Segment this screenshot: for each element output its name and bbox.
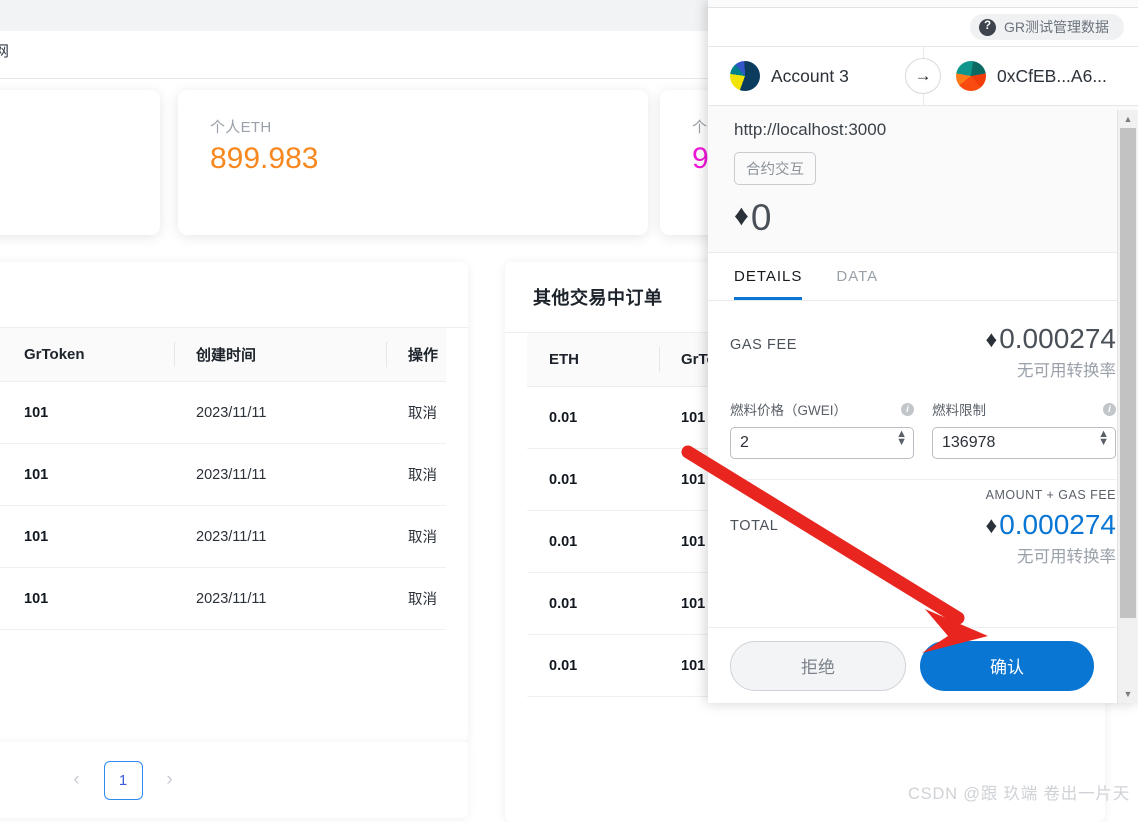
stat-card-personal-eth: 个人ETH 899.983 [178, 90, 648, 235]
gas-limit-stepper[interactable]: ▲ ▼ [1098, 429, 1109, 448]
column-header-create-time: 创建时间 [174, 328, 386, 382]
to-account-name: 0xCfEB...A6... [997, 65, 1107, 86]
amount-plus-gas-caption: AMOUNT + GAS FEE [985, 488, 1116, 502]
column-header-action: 操作 [386, 328, 446, 382]
to-account[interactable]: 0xCfEB...A6... [912, 61, 1138, 91]
table-row: 101 2023/11/11 取消 [0, 443, 446, 506]
gas-price-stepper[interactable]: ▲ ▼ [896, 429, 907, 448]
cell-eth: 0.01 [527, 634, 659, 697]
total-block: TOTAL AMOUNT + GAS FEE ♦ 0.000274 无可用转换率 [730, 480, 1116, 567]
cell-eth: 0.01 [527, 386, 659, 449]
column-header-eth: ETH [527, 333, 659, 387]
transaction-header: http://localhost:3000 合约交互 ♦ 0 [708, 106, 1138, 253]
gas-fee-label: GAS FEE [730, 337, 798, 353]
confirm-button[interactable]: 确认 [920, 640, 1094, 691]
table-header-row: GrToken 创建时间 操作 [0, 328, 446, 382]
stat-card-partial-left: 个人ETH 899.983 [0, 90, 160, 235]
cell-eth: 0.01 [527, 572, 659, 635]
gas-price-field-group: 燃料价格（GWEI） i ▲▼ [730, 399, 914, 459]
gas-fee-conversion-note: 无可用转换率 [1017, 362, 1116, 380]
cell-eth: 0.01 [527, 448, 659, 511]
cell-grtoken: 101 [2, 443, 174, 506]
cell-action[interactable]: 取消 [386, 567, 446, 630]
gas-limit-label: 燃料限制 [932, 403, 986, 418]
contract-interaction-tag: 合约交互 [734, 152, 816, 185]
cell-create-time: 2023/11/11 [174, 567, 386, 630]
ethereum-diamond-icon: ♦ [985, 511, 998, 538]
popup-scrollbar[interactable]: ▲ ▼ [1117, 110, 1138, 703]
network-row: ? GR测试管理数据 [708, 8, 1138, 47]
network-name: GR测试管理数据 [1004, 19, 1109, 35]
cell-action[interactable]: 取消 [386, 443, 446, 506]
pagination-prev-button[interactable]: ‹ [66, 769, 88, 791]
pagination-page-1[interactable]: 1 [103, 760, 143, 800]
cell-action[interactable]: 取消 [386, 505, 446, 568]
accounts-row: Account 3 → 0xCfEB...A6... [708, 47, 1138, 106]
reject-button[interactable]: 拒绝 [730, 640, 906, 691]
tab-details[interactable]: DETAILS [734, 253, 803, 300]
clipped-tab-label: 网 [0, 43, 10, 60]
metamask-confirmation-popup: ? GR测试管理数据 Account 3 → 0xCfEB...A6... ht… [708, 0, 1138, 703]
details-data-tabs: DETAILS DATA [708, 253, 1138, 301]
gas-fee-value: 0.000274 [999, 323, 1116, 354]
avatar-from-account [730, 61, 760, 91]
csdn-watermark: CSDN @跟 玖端 卷出一片天 [907, 785, 1130, 803]
total-value: 0.000274 [999, 509, 1116, 540]
ethereum-diamond-icon: ♦ [985, 325, 998, 352]
total-conversion-note: 无可用转换率 [1017, 548, 1116, 566]
tab-data[interactable]: DATA [836, 253, 878, 300]
cell-create-time: 2023/11/11 [174, 505, 386, 568]
cell-grtoken: 101 [2, 505, 174, 568]
scrollbar-down-arrow-icon[interactable]: ▼ [1118, 685, 1138, 703]
avatar-to-account [956, 61, 986, 91]
stat-card-label: 个人ETH [210, 119, 272, 136]
gas-limit-input[interactable] [932, 427, 1116, 459]
transaction-amount: ♦ 0 [734, 199, 1138, 236]
total-label: TOTAL [730, 518, 779, 534]
cell-grtoken: 101 [2, 567, 174, 630]
cell-action[interactable]: 取消 [386, 381, 446, 444]
details-body: GAS FEE ♦ 0.000274 无可用转换率 燃料价格（GWEI） i ▲… [708, 301, 1138, 567]
ethereum-diamond-icon: ♦ [734, 200, 749, 232]
gas-fields: 燃料价格（GWEI） i ▲▼ 燃料限制 i ▲▼ [730, 399, 1116, 459]
from-account[interactable]: Account 3 [708, 61, 912, 91]
cell-grtoken: 101 [2, 381, 174, 444]
transfer-arrow-icon: → [905, 58, 941, 94]
cell-create-time: 2023/11/11 [174, 381, 386, 444]
info-icon[interactable]: i [901, 402, 914, 416]
scrollbar-thumb[interactable] [1120, 128, 1136, 618]
question-mark-icon: ? [979, 18, 996, 36]
from-account-name: Account 3 [771, 65, 849, 86]
popup-top-strip [708, 0, 1138, 8]
transaction-amount-value: 0 [750, 197, 772, 238]
my-orders-panel: GrToken 创建时间 操作 101 2023/11/11 取消 101 2023/… [0, 262, 468, 742]
cell-eth: 0.01 [527, 510, 659, 573]
pagination-next-button[interactable]: › [159, 769, 181, 791]
gas-price-label: 燃料价格（GWEI） [730, 403, 847, 418]
popup-footer: 拒绝 确认 [708, 627, 1116, 703]
left-panel-title [0, 262, 468, 305]
gas-price-input[interactable] [730, 427, 914, 459]
cell-create-time: 2023/11/11 [174, 443, 386, 506]
table-row: 101 2023/11/11 取消 [0, 567, 446, 630]
pagination-bar: ‹ 1 › [0, 742, 468, 818]
scrollbar-up-arrow-icon[interactable]: ▲ [1118, 110, 1138, 128]
column-header-grtoken: GrToken [2, 328, 174, 382]
table-row: 101 2023/11/11 取消 [0, 381, 446, 444]
network-selector[interactable]: ? GR测试管理数据 [970, 14, 1124, 40]
gas-limit-field-group: 燃料限制 i ▲▼ [932, 399, 1116, 459]
gas-fee-block: GAS FEE ♦ 0.000274 无可用转换率 [730, 301, 1116, 381]
my-orders-table: GrToken 创建时间 操作 101 2023/11/11 取消 101 2023/… [0, 328, 446, 630]
info-icon[interactable]: i [1103, 402, 1116, 416]
origin-url: http://localhost:3000 [734, 120, 887, 139]
stat-card-value: 899.983 [210, 142, 319, 175]
table-row: 101 2023/11/11 取消 [0, 505, 446, 568]
